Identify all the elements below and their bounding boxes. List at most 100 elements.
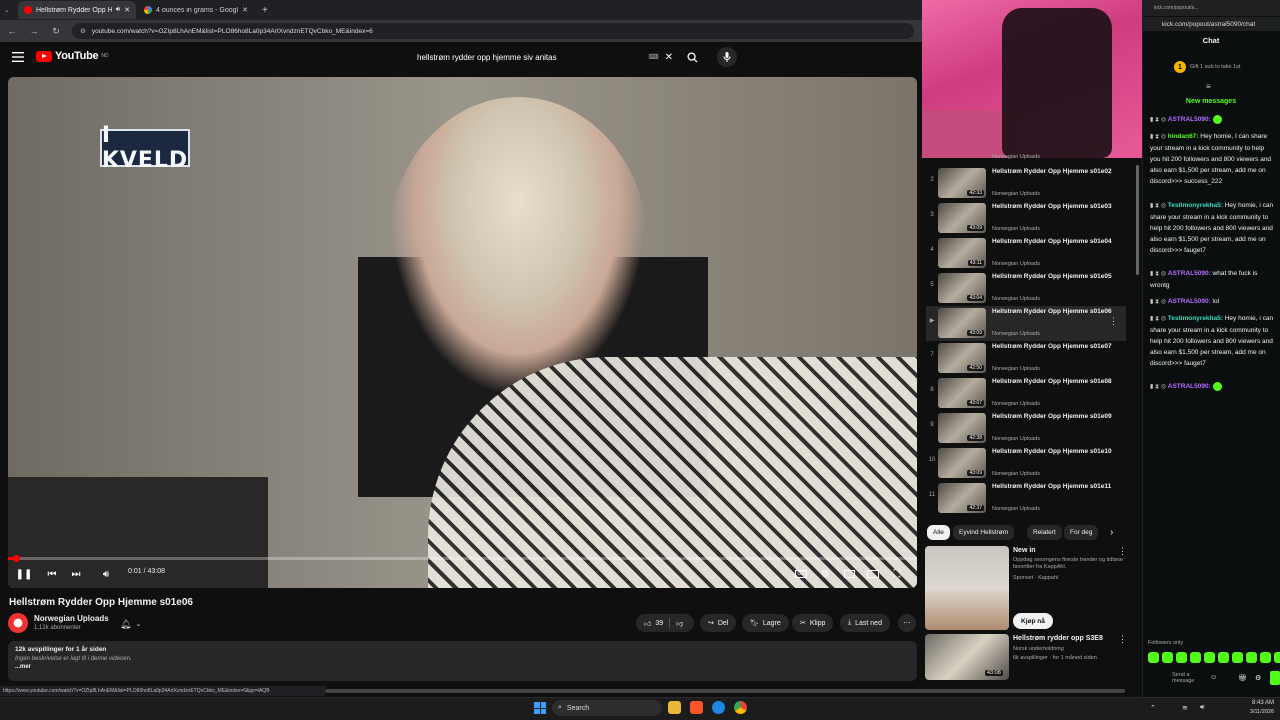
share-button[interactable]: ↪ Del (700, 614, 737, 632)
playlist-item-title[interactable]: Hellstrøm Rydder Opp Hjemme s01e07 (992, 342, 1112, 351)
playlist-item-title[interactable]: Hellstrøm Rydder Opp Hjemme s01e11 (992, 482, 1112, 491)
keyboard-icon[interactable]: ⌨ (649, 53, 659, 61)
search-button[interactable] (682, 48, 702, 66)
ad-thumbnail[interactable] (925, 546, 1009, 630)
playlist-item[interactable]: 9 42:38 Hellstrøm Rydder Opp Hjemme s01e09… (926, 411, 1126, 446)
clear-search-icon[interactable]: ✕ (665, 52, 673, 63)
chat-gift-icon[interactable]: 🎁︎ (1238, 674, 1247, 682)
dislike-button[interactable]: 👎︎ (676, 619, 683, 628)
playlist-item-thumbnail[interactable]: 43:04 (938, 273, 986, 303)
description-more-link[interactable]: ...mer (15, 664, 910, 670)
subtitles-button[interactable]: CC (794, 566, 808, 582)
playlist-scrollbar[interactable] (1136, 165, 1139, 275)
pause-button[interactable]: ❚❚ (16, 566, 33, 582)
playlist-item-thumbnail[interactable]: 42:37 (938, 483, 986, 513)
subscribe-bell-button[interactable]: 🔔︎ ⌄ (120, 616, 150, 632)
playlist-item[interactable]: 11 42:37 Hellstrøm Rydder Opp Hjemme s01e1… (926, 481, 1126, 516)
miniplayer-button[interactable] (842, 566, 856, 582)
settings-button[interactable]: ⚙ (818, 566, 832, 582)
chat-settings-icon[interactable]: ⚙ (1255, 674, 1261, 682)
new-tab-button[interactable]: + (256, 5, 274, 16)
back-icon[interactable]: ← (6, 25, 18, 37)
fullscreen-button[interactable]: ⛶ (890, 566, 904, 582)
emote-icon[interactable] (1162, 652, 1173, 663)
chat-message-input[interactable]: Send a message (1150, 670, 1200, 686)
speaker-icon[interactable]: 🔊︎ (116, 6, 120, 14)
forward-icon[interactable]: → (28, 25, 40, 37)
playlist-item-thumbnail[interactable]: 43:09 (938, 308, 986, 338)
playlist-item[interactable]: 10 43:09 Hellstrøm Rydder Opp Hjemme s01e1… (926, 446, 1126, 481)
youtube-logo[interactable]: YouTube NO (36, 50, 109, 62)
url-field[interactable]: ⚙ youtube.com/watch?v=OZIp8LhAnEM&list=P… (72, 23, 914, 39)
windows-start-icon[interactable] (534, 702, 546, 714)
filter-chip[interactable]: For deg (1064, 525, 1099, 540)
more-actions-button[interactable]: ⋯ (898, 614, 916, 632)
chat-username[interactable]: ASTRAL5090: (1168, 298, 1211, 305)
tab-close-icon[interactable]: ✕ (242, 6, 248, 14)
playlist-item-title[interactable]: Hellstrøm Rydder Opp Hjemme s01e08 (992, 377, 1112, 386)
file-explorer-icon[interactable] (668, 701, 681, 714)
previous-button[interactable]: ⏮︎ (44, 566, 60, 582)
emote-icon[interactable] (1148, 652, 1159, 663)
playlist-item[interactable]: 4 43:11 Hellstrøm Rydder Opp Hjemme s01e04… (926, 236, 1126, 271)
playlist-item-thumbnail[interactable]: 42:38 (938, 413, 986, 443)
chat-username[interactable]: Testimonyrekha5: (1168, 315, 1223, 322)
filter-chip[interactable]: Eyvind Hellstrøm (953, 525, 1015, 540)
chat-send-button[interactable] (1270, 671, 1280, 685)
tab-list-icon[interactable]: ⌄ (4, 6, 16, 14)
emote-picker-icon[interactable]: ☺ (1210, 674, 1217, 681)
playlist-item-more-icon[interactable]: ⋮ (1109, 316, 1118, 327)
taskbar-search[interactable]: ⌕ Search (552, 700, 662, 716)
recommended-more-icon[interactable]: ⋮ (1118, 634, 1127, 645)
playlist-item-title[interactable]: Hellstrøm Rydder Opp Hjemme s01e10 (992, 447, 1112, 456)
playlist-item-title[interactable]: Hellstrøm Rydder Opp Hjemme s01e09 (992, 412, 1112, 421)
playlist-item-thumbnail[interactable]: 43:09 (938, 448, 986, 478)
playlist-item-thumbnail[interactable]: 42:33 (938, 168, 986, 198)
emote-icon[interactable] (1204, 652, 1215, 663)
progress-scrubber-handle[interactable] (13, 555, 20, 562)
chat-username[interactable]: ASTRAL5090: (1168, 383, 1211, 390)
video-progress-bar[interactable] (8, 557, 917, 560)
playlist-item-title[interactable]: Hellstrøm Rydder Opp Hjemme s01e04 (992, 237, 1112, 246)
channel-avatar[interactable] (8, 613, 28, 633)
chat-username[interactable]: ASTRAL5090: (1168, 270, 1211, 277)
tab-youtube[interactable]: Hellstrøm Rydder Opp Hje 🔊︎ ✕ (18, 1, 136, 19)
playlist-item[interactable]: 3 43:09 Hellstrøm Rydder Opp Hjemme s01e03… (926, 201, 1126, 236)
brave-browser-icon[interactable] (690, 701, 703, 714)
playlist-item[interactable]: 5 43:04 Hellstrøm Rydder Opp Hjemme s01e05… (926, 271, 1126, 306)
playlist-item-thumbnail[interactable]: 43:07 (938, 378, 986, 408)
playlist-item-title[interactable]: Hellstrøm Rydder Opp Hjemme s01e06 (992, 307, 1112, 316)
playlist-item-thumbnail[interactable]: 43:09 (938, 203, 986, 233)
volume-tray-icon[interactable]: 🔊︎ (1200, 704, 1204, 712)
search-input[interactable]: hellstrøm rydder opp hjemme siv anitas ⌨… (405, 47, 677, 67)
emote-icon[interactable] (1218, 652, 1229, 663)
emote-icon[interactable] (1246, 652, 1257, 663)
playlist-item[interactable]: 7 42:50 Hellstrøm Rydder Opp Hjemme s01e07… (926, 341, 1126, 376)
tab-close-icon[interactable]: ✕ (124, 6, 130, 14)
playlist-item-title[interactable]: Hellstrøm Rydder Opp Hjemme s01e03 (992, 202, 1112, 211)
playlist-item[interactable]: 8 43:07 Hellstrøm Rydder Opp Hjemme s01e08… (926, 376, 1126, 411)
emote-icon[interactable] (1190, 652, 1201, 663)
taskbar-time[interactable]: 8:43 AM (1228, 700, 1274, 706)
emote-icon[interactable] (1176, 652, 1187, 663)
menu-icon[interactable] (12, 52, 24, 62)
tray-chevron-icon[interactable]: ⌃ (1150, 704, 1156, 712)
chat-username[interactable]: hindan67: (1168, 133, 1199, 140)
emote-icon[interactable] (1260, 652, 1271, 663)
voice-search-button[interactable] (717, 47, 737, 67)
next-button[interactable]: ⏭︎ (68, 566, 84, 582)
filter-chip[interactable]: Alle (927, 525, 950, 540)
like-button[interactable]: 👍︎ 39 (644, 619, 663, 628)
playlist-item-thumbnail[interactable]: 43:11 (938, 238, 986, 268)
chrome-icon[interactable] (734, 701, 747, 714)
download-button[interactable]: ⤓ Last ned (840, 614, 890, 632)
recommended-channel[interactable]: Norsk underholdning (1013, 646, 1064, 652)
wifi-icon[interactable]: ≋ (1182, 704, 1188, 712)
recommended-title[interactable]: Hellstrøm rydder opp S3E8 (1013, 635, 1103, 642)
video-player[interactable]: I KVELD (8, 77, 917, 588)
channel-name[interactable]: Norwegian Uploads (34, 614, 109, 623)
volume-button[interactable]: 🔊︎ (98, 566, 114, 582)
playlist-item[interactable]: ▶ 43:09 Hellstrøm Rydder Opp Hjemme s01e06… (926, 306, 1126, 341)
taskbar-date[interactable]: 3/11/2026 (1228, 709, 1274, 715)
chips-next-icon[interactable]: › (1110, 527, 1113, 538)
